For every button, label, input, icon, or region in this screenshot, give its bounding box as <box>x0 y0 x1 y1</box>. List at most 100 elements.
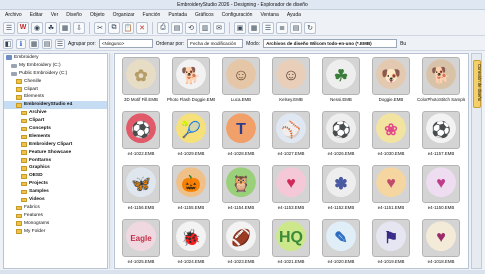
convert-icon[interactable]: ⟲ <box>185 21 197 34</box>
tree-item[interactable]: Fabrics <box>4 204 107 212</box>
menu-item[interactable]: Ayuda <box>287 11 301 19</box>
tree-item[interactable]: Samples <box>4 188 107 196</box>
folder-tree[interactable]: Embroidery My Embroidery (C:) Public Embro… <box>3 53 108 269</box>
design-thumbnail-item[interactable]: ⚾ e4-1027.EMB <box>267 109 315 162</box>
refresh-icon[interactable]: ↻ <box>304 21 316 34</box>
menu-item[interactable]: Archivo <box>5 11 22 19</box>
print-icon[interactable]: ⎙ <box>157 21 169 34</box>
tree-item[interactable]: OESD <box>4 172 107 180</box>
design-thumbnail-item[interactable]: 🏈 e4-1023.EMB <box>217 217 265 268</box>
file-type-filter-select[interactable]: Archivos de diseño Wilcom todo-en-uno (*… <box>263 39 398 48</box>
tree-item[interactable]: My Folder <box>4 228 107 236</box>
tree-item[interactable]: Projects <box>4 180 107 188</box>
design-thumbnail-item[interactable]: 🦋 e4-1156.EMB <box>117 163 165 216</box>
design-thumbnail-item[interactable]: ♥ e4-1151.EMB <box>367 163 415 216</box>
new-design-icon[interactable]: ◉ <box>31 21 43 34</box>
design-thumbnail-item[interactable]: ⚽ e4-1157.EMB <box>417 109 465 162</box>
tree-item[interactable]: Graphics <box>4 164 107 172</box>
email-icon[interactable]: ✉ <box>213 21 225 34</box>
design-thumbnail-item[interactable]: 🐕 ColorPhotoStitch Sample.EMB <box>417 55 465 108</box>
menu-item[interactable]: Gráficos <box>195 11 214 19</box>
design-thumbnail-item[interactable]: 🐕 Photo Flash Doggie.EMB <box>167 55 215 108</box>
design-thumbnail-item[interactable]: ☘ Nessi.EMB <box>317 55 365 108</box>
menu-item[interactable]: Objeto <box>90 11 105 19</box>
docker-tab[interactable]: Conexión de diseño <box>473 60 482 108</box>
panel-toggle-icon[interactable]: ◧ <box>3 38 13 49</box>
paste-icon[interactable]: 📋 <box>122 21 134 34</box>
menu-item[interactable]: Ventana <box>260 11 278 19</box>
menu-icon[interactable]: ☰ <box>3 21 15 34</box>
menu-item[interactable]: Función <box>143 11 161 19</box>
tree-item[interactable]: Embroidery <box>4 54 107 62</box>
delete-icon[interactable]: ✕ <box>136 21 148 34</box>
pane-splitter[interactable] <box>109 53 113 269</box>
order-by-select[interactable]: Fecha de modificación <box>187 39 244 48</box>
design-thumbnail-item[interactable]: ♥ e4-1150.EMB <box>417 163 465 216</box>
design-thumbnail-item[interactable]: 🐞 e4-1024.EMB <box>167 217 215 268</box>
design-thumbnail-item[interactable]: ⚽ e4-1026.EMB <box>317 109 365 162</box>
design-thumbnail-item[interactable]: ❀ e4-1030.EMB <box>367 109 415 162</box>
design-thumbnail-item[interactable]: Eagle e4-1025.EMB <box>117 217 165 268</box>
view-tiles-icon[interactable]: ▤ <box>290 21 302 34</box>
tree-item[interactable]: My Embroidery (C:) <box>4 62 107 70</box>
wilcom-logo-icon[interactable]: W <box>17 21 29 34</box>
tree-item[interactable]: Archive <box>4 109 107 117</box>
design-thumbnail-item[interactable]: ♥ e4-1153.EMB <box>267 163 315 216</box>
tree-item[interactable]: Clipart <box>4 86 107 94</box>
tree-item[interactable]: Fonttarns <box>4 157 107 165</box>
menu-item[interactable]: Configuración <box>222 11 253 19</box>
design-thumbnail-item[interactable]: 🎃 e4-1155.EMB <box>167 163 215 216</box>
export-icon[interactable]: ⇩ <box>73 21 85 34</box>
tree-item[interactable]: Feature Showcase <box>4 149 107 157</box>
tree-item[interactable]: Public Embroidery (C:) <box>4 70 107 78</box>
menu-item[interactable]: Ver <box>51 11 59 19</box>
design-motif: ⚽ <box>131 122 151 139</box>
view-list-icon[interactable]: ☰ <box>262 21 274 34</box>
catalog-icon[interactable]: ▥ <box>199 21 211 34</box>
view-details-icon[interactable]: ≣ <box>276 21 288 34</box>
list-view-icon[interactable]: ☰ <box>55 38 65 49</box>
save-icon[interactable]: ▦ <box>59 21 71 34</box>
design-thumbnail-item[interactable]: ☺ Luca.EMB <box>217 55 265 108</box>
design-thumbnail-item[interactable]: ☺ Kelsey.EMB <box>267 55 315 108</box>
design-thumbnail-item[interactable]: ⚑ e4-1019.EMB <box>367 217 415 268</box>
design-preview-image: 🐶 <box>372 57 410 95</box>
menu-item[interactable]: Editar <box>30 11 43 19</box>
tile-view-icon[interactable]: ▤ <box>42 38 52 49</box>
tree-item[interactable]: Videos <box>4 196 107 204</box>
menu-item[interactable]: Organizar <box>113 11 135 19</box>
tree-item[interactable]: Monograms <box>4 220 107 228</box>
tree-item[interactable]: Features <box>4 212 107 220</box>
design-motif: ⚽ <box>431 122 451 139</box>
properties-icon[interactable]: ▤ <box>171 21 183 34</box>
design-thumbnail-item[interactable]: HQ e4-1021.EMB <box>267 217 315 268</box>
tree-item[interactable]: EmbroideryStudio e4 <box>4 101 107 110</box>
design-thumbnail-item[interactable]: Te4-1028.EMB <box>217 109 265 162</box>
open-design-icon[interactable]: ☘ <box>45 21 57 34</box>
tree-item[interactable]: Chenille <box>4 78 107 86</box>
library-icon <box>6 55 12 61</box>
tree-item[interactable]: Embroidery Clipart <box>4 141 107 149</box>
group-by-select[interactable]: <Ninguno> <box>98 39 153 48</box>
design-thumbnail-item[interactable]: ✎ e4-1020.EMB <box>317 217 365 268</box>
view-medium-icon[interactable]: ▦ <box>248 21 260 34</box>
view-large-icon[interactable]: ▣ <box>234 21 246 34</box>
grid-view-icon[interactable]: ▦ <box>29 38 39 49</box>
tree-item[interactable]: Elements <box>4 93 107 101</box>
menu-item[interactable]: Puntada <box>168 11 187 19</box>
copy-icon[interactable]: ⧉ <box>108 21 120 34</box>
design-thumbnail-item[interactable]: ♥ e4-1018.EMB <box>417 217 465 268</box>
folder-icon <box>21 174 27 179</box>
info-icon[interactable]: ℹ <box>16 38 26 49</box>
design-thumbnail-item[interactable]: 🐶 Doggie.EMB <box>367 55 415 108</box>
design-thumbnail-item[interactable]: ✽ e4-1152.EMB <box>317 163 365 216</box>
design-thumbnail-item[interactable]: ✿ 3D Motif Fill.EMB <box>117 55 165 108</box>
design-thumbnail-item[interactable]: 🦉 e4-1154.EMB <box>217 163 265 216</box>
menu-item[interactable]: Diseño <box>66 11 82 19</box>
design-thumbnail-item[interactable]: 🎾 e4-1029.EMB <box>167 109 215 162</box>
design-thumbnail-item[interactable]: ⚽ e4-1022.EMB <box>117 109 165 162</box>
cut-icon[interactable]: ✂ <box>94 21 106 34</box>
tree-item[interactable]: Clipart <box>4 117 107 125</box>
tree-item[interactable]: Elements <box>4 133 107 141</box>
tree-item[interactable]: Concepts <box>4 125 107 133</box>
